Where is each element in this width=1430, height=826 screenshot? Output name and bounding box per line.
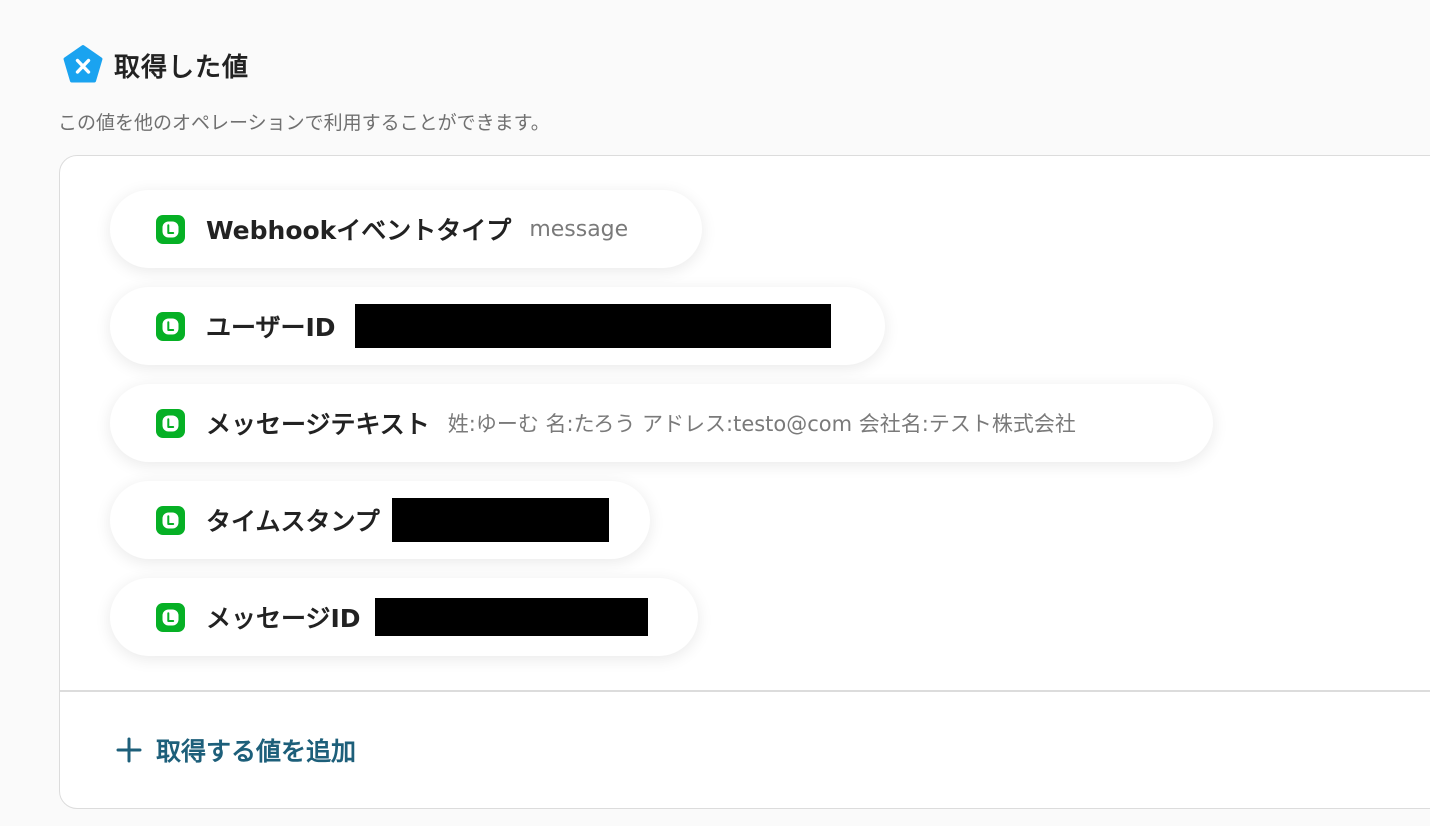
add-value-label: 取得する値を追加 — [156, 737, 357, 766]
redacted-value — [354, 304, 831, 348]
value-label: ユーザーID — [206, 313, 336, 342]
value-label: メッセージID — [206, 604, 361, 633]
pentagon-x-icon — [63, 45, 103, 83]
line-icon — [156, 214, 185, 244]
value-label: タイムスタンプ — [206, 507, 380, 536]
add-value-button[interactable]: 取得する値を追加 — [116, 730, 356, 770]
section-description: この値を他のオペレーションで利用することができます。 — [58, 112, 550, 134]
values-card: Webhookイベントタイプ message ユーザーID メッセージテキスト … — [59, 155, 1430, 809]
value-label: Webhookイベントタイプ — [206, 216, 512, 245]
line-icon — [156, 602, 185, 632]
value-pill-message-id[interactable]: メッセージID — [110, 578, 698, 656]
redacted-value — [391, 498, 609, 542]
value-pill-message-text[interactable]: メッセージテキスト 姓:ゆーむ 名:たろう アドレス:testo@com 会社名… — [110, 384, 1213, 462]
section-header: 取得した値 — [62, 44, 249, 86]
value-text: 姓:ゆーむ 名:たろう アドレス:testo@com 会社名:テスト株式会社 — [447, 412, 1076, 436]
value-text: message — [529, 216, 629, 242]
value-label: メッセージテキスト — [206, 410, 430, 439]
divider — [60, 690, 1430, 692]
plus-icon — [116, 737, 142, 763]
value-pill-timestamp[interactable]: タイムスタンプ — [110, 481, 650, 559]
value-list: Webhookイベントタイプ message ユーザーID メッセージテキスト … — [110, 190, 1430, 675]
value-pill-webhook-event-type[interactable]: Webhookイベントタイプ message — [110, 190, 702, 268]
line-icon — [156, 408, 185, 438]
redacted-value — [374, 598, 648, 636]
line-icon — [156, 311, 185, 341]
section-title: 取得した値 — [114, 52, 250, 83]
value-pill-user-id[interactable]: ユーザーID — [110, 287, 885, 365]
line-icon — [156, 505, 185, 535]
